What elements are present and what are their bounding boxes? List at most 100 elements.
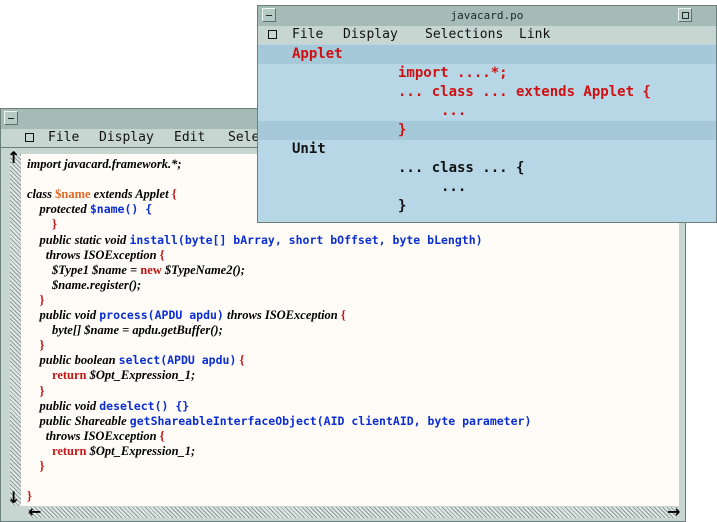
code-line: return $Opt_Expression_1; (27, 368, 195, 383)
code-token: throws ISOException (27, 247, 160, 262)
code-line: $name.register(); (27, 278, 141, 293)
code-token: public void (27, 398, 100, 413)
code-token: throws ISOException (27, 428, 160, 443)
po-tree-row[interactable]: ... class ... extends Applet { (258, 83, 716, 102)
menu-box-icon[interactable] (25, 133, 34, 142)
code-token: $Type1 $name = (27, 262, 141, 277)
menu-display[interactable]: Display (343, 27, 398, 42)
arrow-right-icon[interactable]: → (667, 504, 680, 520)
code-token: return (27, 368, 87, 383)
code-token: public Shareable (27, 413, 130, 428)
code-token: $name.register(); (27, 277, 142, 292)
menu-file[interactable]: File (292, 27, 323, 42)
code-line: } (27, 292, 45, 308)
code-line: } (27, 489, 32, 504)
po-tree-label: Unit (292, 141, 326, 157)
code-token: new (140, 262, 162, 277)
code-token: $Opt_Expression_1; (86, 368, 196, 383)
menu-box-icon[interactable] (268, 30, 277, 39)
code-token: return (27, 443, 87, 458)
code-line: } (27, 383, 45, 399)
code-token: } (27, 292, 45, 307)
po-tree-row[interactable]: } (258, 197, 716, 216)
code-token: extends Applet (90, 187, 172, 202)
code-token: import javacard.framework.*; (27, 157, 182, 171)
code-token: public boolean (27, 353, 119, 368)
code-line: public void process(APDU apdu) throws IS… (27, 308, 346, 323)
menu-selections[interactable]: Sele (228, 130, 259, 145)
code-token: getShareableInterfaceObject(AID clientAI… (129, 413, 532, 428)
code-line: throws ISOException { (27, 248, 165, 263)
po-tree-label: import ....*; (398, 65, 508, 81)
po-tree-label: Applet (292, 46, 343, 62)
code-token: $name (55, 187, 91, 202)
code-line: } (27, 338, 45, 353)
arrow-up-icon[interactable]: ↑ (7, 150, 20, 166)
po-window: javacard.po File Display Selections Link… (257, 5, 717, 223)
po-titlebar[interactable]: javacard.po (258, 6, 716, 27)
code-token: install(byte[] bArray, short bOffset, by… (129, 232, 483, 247)
po-tree[interactable]: Applet import ....*; ... class ... extends… (258, 44, 716, 222)
po-tree-label: ... (441, 103, 467, 119)
code-line: public Shareable getShareableInterfaceOb… (27, 413, 532, 429)
code-token: $name() { (89, 202, 153, 217)
code-line: $Type1 $name = new $TypeName2(); (27, 263, 245, 278)
code-token: { (159, 428, 165, 443)
code-token: { (159, 247, 165, 262)
po-menubar: File Display Selections Link (258, 26, 716, 45)
code-token: { (171, 187, 177, 202)
po-tree-row[interactable]: } (258, 121, 716, 140)
code-token: throws ISOException (223, 308, 341, 322)
po-tree-label: ... (441, 179, 467, 195)
code-token: { (340, 308, 346, 322)
code-line: return $Opt_Expression_1; (27, 444, 195, 459)
window-title: javacard.po (450, 9, 524, 22)
code-token: class (27, 187, 56, 202)
po-tree-label: } (398, 122, 407, 138)
code-token: select(APDU apdu) (118, 353, 237, 368)
menu-edit[interactable]: Edit (174, 130, 205, 145)
menu-link[interactable]: Link (519, 27, 550, 42)
code-token: byte[] $name = apdu.getBuffer(); (27, 323, 223, 338)
code-line: byte[] $name = apdu.getBuffer(); (27, 323, 223, 338)
code-line: throws ISOException { (27, 429, 165, 444)
arrow-left-icon[interactable]: ← (28, 504, 41, 520)
po-tree-label: ... class ... extends Applet { (398, 84, 651, 100)
po-tree-row[interactable]: ... (258, 102, 716, 121)
po-tree-row[interactable]: import ....*; (258, 64, 716, 83)
code-token: $TypeName2(); (161, 262, 245, 277)
menu-file[interactable]: File (48, 130, 79, 145)
menu-selections[interactable]: Selections (425, 27, 503, 42)
code-token: } (27, 459, 45, 473)
po-tree-row[interactable]: ... class ... { (258, 159, 716, 178)
code-line: class $name extends Applet { (27, 187, 177, 202)
po-tree-label: ... class ... { (398, 160, 525, 176)
code-token: $Opt_Expression_1; (86, 443, 196, 458)
code-line: import javacard.framework.*; (27, 157, 182, 172)
maximize-icon[interactable] (678, 8, 692, 22)
horizontal-scrollbar[interactable] (28, 507, 677, 518)
code-line: public void deselect() {} (27, 398, 190, 414)
po-tree-row[interactable]: Applet (258, 45, 716, 64)
menu-display[interactable]: Display (99, 130, 154, 145)
code-token: public void (27, 308, 100, 322)
code-token: deselect() {} (99, 398, 190, 413)
po-tree-row[interactable]: Unit (258, 140, 716, 159)
vertical-scrollbar[interactable] (10, 154, 21, 506)
code-token: process(APDU apdu) (99, 308, 224, 322)
code-token: } (27, 217, 57, 232)
code-line: } (27, 217, 57, 232)
code-token: } (27, 489, 32, 504)
code-line: } (27, 459, 45, 474)
code-token: } (27, 338, 45, 353)
code-token: public static void (27, 232, 130, 247)
minimize-icon[interactable] (4, 111, 18, 125)
code-line: protected $name() { (27, 202, 153, 217)
po-tree-row[interactable]: ... (258, 178, 716, 197)
code-line: public boolean select(APDU apdu) { (27, 353, 245, 368)
code-token: { (236, 353, 245, 368)
code-token: protected (27, 202, 90, 217)
code-line: public static void install(byte[] bArray… (27, 233, 483, 248)
arrow-down-icon[interactable]: ↓ (7, 490, 20, 506)
code-token: } (27, 383, 45, 398)
